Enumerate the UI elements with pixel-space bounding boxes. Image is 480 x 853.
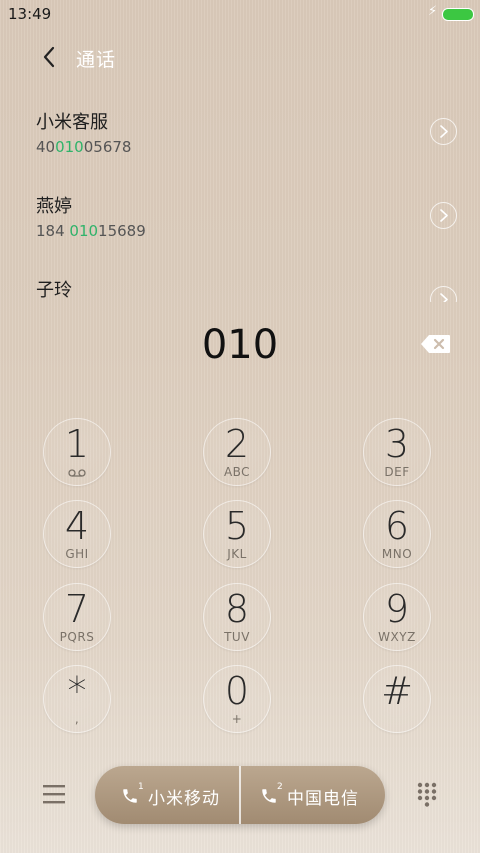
voicemail-icon: [68, 469, 86, 477]
key-0[interactable]: 0 +: [203, 665, 271, 733]
chevron-right-icon: [440, 293, 448, 302]
contact-name: 小米客服: [36, 112, 108, 133]
contact-item[interactable]: 燕婷 184 01015689: [0, 184, 480, 264]
contact-results-list: 小米客服 4001005678 燕婷 184 01015689 子玲: [0, 96, 480, 302]
contact-detail-button[interactable]: [430, 286, 457, 302]
number-match-highlight: 010: [69, 222, 99, 240]
contact-detail-button[interactable]: [430, 202, 457, 229]
contact-name: 燕婷: [36, 196, 72, 217]
key-5[interactable]: 5 JKL: [203, 500, 271, 568]
chevron-right-icon: [440, 209, 448, 222]
backspace-button[interactable]: [420, 333, 452, 355]
call-sim1-label: 小米移动: [148, 789, 220, 809]
call-sim2-button[interactable]: 2 中国电信: [240, 766, 385, 824]
page-title: 通话: [76, 49, 117, 71]
contact-item[interactable]: 子玲: [0, 268, 480, 302]
dialed-number: 010: [201, 322, 279, 368]
chevron-left-icon: [43, 46, 55, 68]
key-3[interactable]: 3 DEF: [363, 418, 431, 486]
contact-detail-button[interactable]: [430, 118, 457, 145]
key-9[interactable]: 9 WXYZ: [363, 583, 431, 651]
key-7[interactable]: 7 PQRS: [43, 583, 111, 651]
sim-number: 1: [138, 782, 144, 792]
hamburger-menu-icon: [43, 785, 65, 804]
number-match-highlight: 010: [55, 138, 84, 156]
key-hash[interactable]: #: [363, 665, 431, 733]
dial-display: 010: [0, 320, 480, 372]
phone-icon: [123, 789, 137, 803]
contact-name: 子玲: [36, 280, 72, 301]
key-2[interactable]: 2 ABC: [203, 418, 271, 486]
key-1[interactable]: 1: [43, 418, 111, 486]
dialpad-icon: [417, 782, 437, 807]
backspace-icon: [421, 335, 450, 353]
back-button[interactable]: [38, 42, 62, 72]
call-sim1-button[interactable]: 1 小米移动: [95, 766, 240, 824]
sim-number: 2: [277, 782, 283, 792]
call-sim2-label: 中国电信: [287, 789, 359, 809]
status-bar: 13:49 ⚡: [0, 0, 480, 28]
contact-number: 184 01015689: [36, 222, 146, 240]
menu-button[interactable]: [42, 783, 66, 805]
contact-number: 4001005678: [36, 138, 132, 156]
status-time: 13:49: [8, 5, 52, 23]
key-6[interactable]: 6 MNO: [363, 500, 431, 568]
chevron-right-icon: [440, 125, 448, 138]
bottom-bar: 1 小米移动 2 中国电信: [0, 765, 480, 827]
key-star[interactable]: * ,: [43, 665, 111, 733]
phone-icon: [262, 789, 276, 803]
contact-item[interactable]: 小米客服 4001005678: [0, 100, 480, 180]
key-4[interactable]: 4 GHI: [43, 500, 111, 568]
header: 通话: [0, 32, 480, 84]
key-8[interactable]: 8 TUV: [203, 583, 271, 651]
battery-icon: [442, 8, 474, 21]
charging-icon: ⚡: [428, 4, 438, 19]
dialpad-toggle-button[interactable]: [416, 782, 438, 808]
call-buttons: 1 小米移动 2 中国电信: [95, 766, 385, 824]
